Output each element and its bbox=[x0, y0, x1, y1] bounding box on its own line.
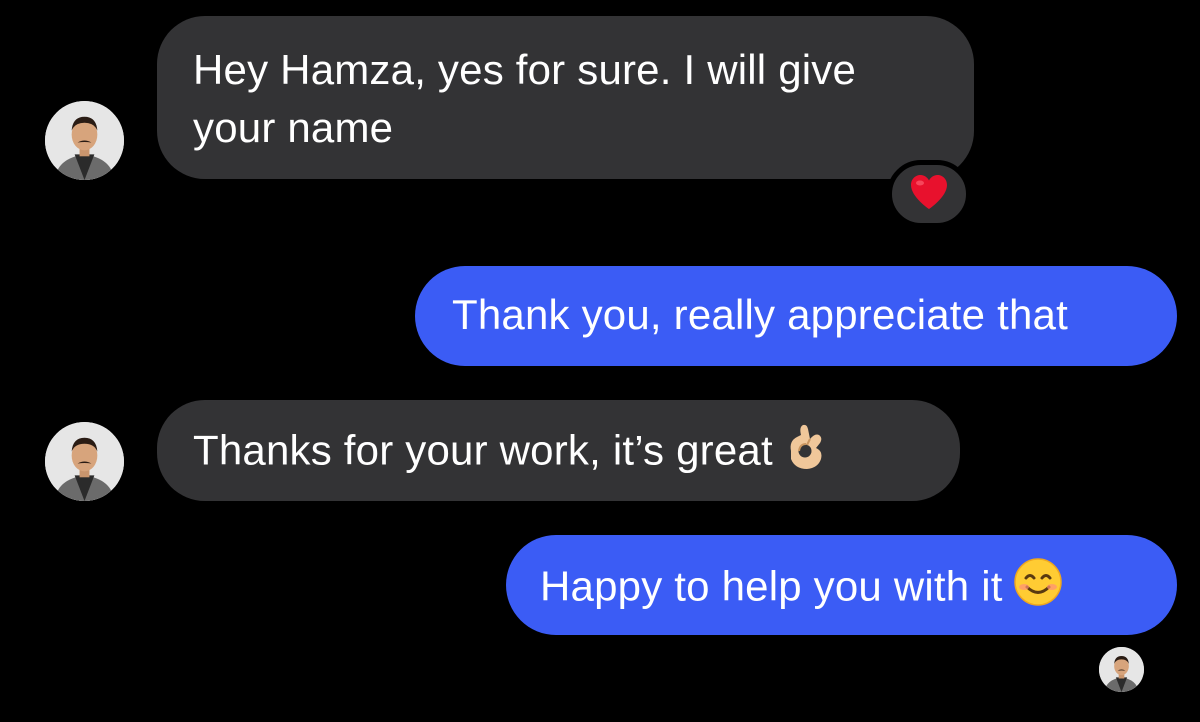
message-text-line: Hey Hamza, yes for sure. I will give bbox=[193, 46, 857, 93]
ok-hand-emoji-icon bbox=[783, 421, 829, 486]
heart-emoji-icon bbox=[909, 174, 949, 215]
smiling-face-emoji-icon bbox=[1013, 557, 1063, 622]
message-text: Thanks for your work, it’s great bbox=[193, 426, 773, 474]
message-bubble-outgoing[interactable]: Happy to help you with it bbox=[506, 535, 1177, 635]
message-text: Thank you, really appreciate that bbox=[452, 291, 1068, 338]
reaction-badge[interactable] bbox=[887, 160, 971, 228]
message-bubble-outgoing[interactable]: Thank you, really appreciate that bbox=[415, 266, 1177, 366]
message-bubble-incoming[interactable]: Hey Hamza, yes for sure. I will give you… bbox=[157, 16, 974, 179]
message-thread: Hey Hamza, yes for sure. I will give you… bbox=[0, 0, 1200, 722]
message-bubble-incoming[interactable]: Thanks for your work, it’s great bbox=[157, 400, 960, 501]
contact-avatar[interactable] bbox=[45, 422, 124, 501]
message-text: Happy to help you with it bbox=[540, 562, 1003, 610]
seen-avatar bbox=[1099, 647, 1144, 692]
contact-avatar[interactable] bbox=[45, 101, 124, 180]
message-text-line: your name bbox=[193, 104, 394, 151]
